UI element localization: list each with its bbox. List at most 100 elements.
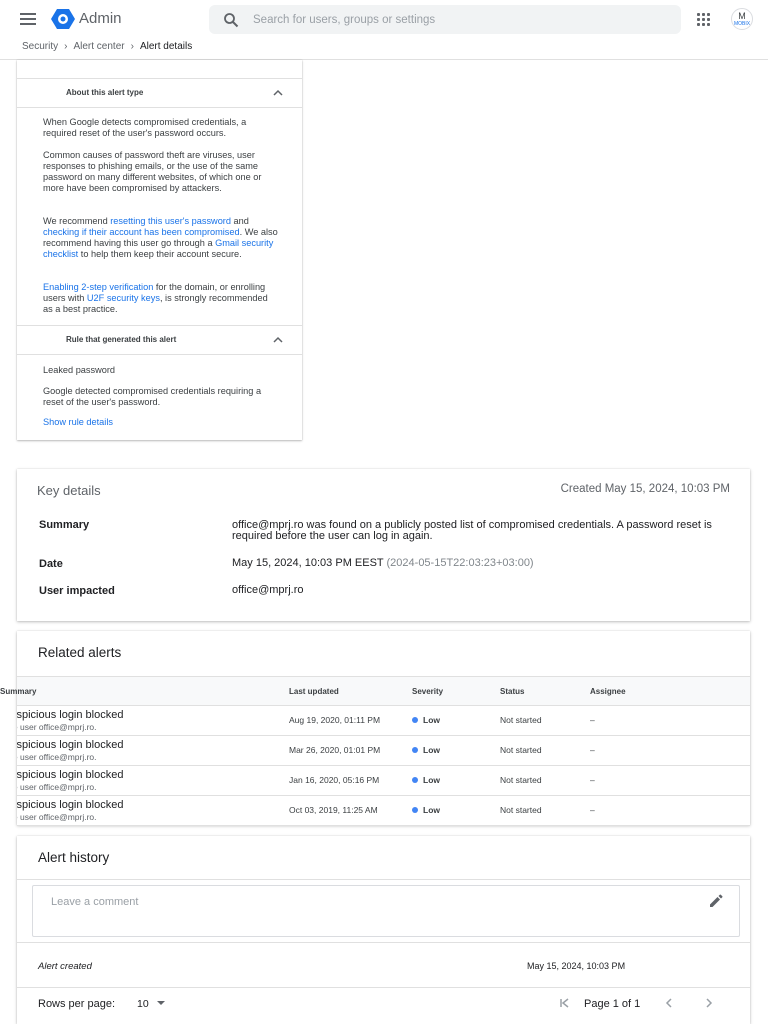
alert-severity: Low [412,745,440,755]
alert-status: Not started [500,775,542,785]
previous-page-icon[interactable] [662,996,676,1010]
alert-assignee: – [590,715,595,725]
chevron-up-icon[interactable] [272,334,284,346]
alert-severity: Low [412,805,440,815]
date-text: May 15, 2024, 10:03 PM EEST [232,557,384,569]
created-timestamp: Created May 15, 2024, 10:03 PM [560,483,730,495]
alert-severity: Low [412,715,440,725]
alert-status: Not started [500,745,542,755]
menu-icon[interactable] [20,13,36,25]
column-assignee[interactable]: Assignee [590,687,626,696]
column-last-updated[interactable]: Last updated [289,687,339,696]
alert-status: Not started [500,805,542,815]
divider [17,879,750,880]
comment-input[interactable] [32,885,740,937]
severity-dot-icon [412,747,418,753]
user-impacted-label: User impacted [39,585,115,597]
alert-last-updated: Aug 19, 2020, 01:11 PM [289,715,381,725]
apps-grid-icon[interactable] [697,13,711,27]
alert-summary[interactable]: Suspicious login blocked [17,739,123,751]
column-severity[interactable]: Severity [412,687,443,696]
two-step-link[interactable]: Enabling 2-step verification [43,282,153,292]
table-row[interactable]: Suspicious login blockedThe user office@… [17,766,750,796]
alert-summary[interactable]: Suspicious login blocked [17,769,123,781]
show-rule-details[interactable]: Show rule details [43,417,113,427]
alert-severity: Low [412,775,440,785]
card-title: Alert history [38,850,110,865]
breadcrumb-alert-center[interactable]: Alert center [73,41,124,52]
text: to help them keep their account secure. [78,249,242,259]
severity-text: Low [423,805,440,815]
section-title: Rule that generated this alert [66,335,177,344]
column-status[interactable]: Status [500,687,524,696]
chevron-right-icon: › [64,41,68,52]
table-header: Summary Last updated Severity Status Ass… [0,676,750,706]
alert-assignee: – [590,805,595,815]
date-iso: (2024-05-15T22:03:23+03:00) [386,557,534,569]
severity-dot-icon [412,717,418,723]
rows-per-page-value: 10 [137,998,149,1010]
app-name: Admin [79,10,122,27]
text: and [230,216,249,226]
chevron-right-icon: › [130,41,134,52]
alert-last-updated: Mar 26, 2020, 01:01 PM [289,745,381,755]
summary-value: office@mprj.ro was found on a publicly p… [232,519,712,542]
breadcrumb: Security › Alert center › Alert details [22,41,192,52]
account-avatar[interactable]: M MOBIX [731,8,753,30]
about-paragraph-4: Enabling 2-step verification for the dom… [43,282,278,315]
user-impacted-value: office@mprj.ro [232,584,304,596]
rows-per-page-select[interactable]: 10 [137,998,165,1010]
table-row[interactable]: Suspicious login blockedThe user office@… [17,736,750,766]
page-indicator: Page 1 of 1 [584,998,641,1010]
admin-logo-icon [51,9,75,29]
reset-password-link[interactable]: resetting this user's password [110,216,231,226]
chevron-up-icon[interactable] [272,87,284,99]
rule-description: Google detected compromised credentials … [43,386,262,407]
breadcrumb-alert-details: Alert details [139,41,193,52]
column-summary[interactable]: Summary [0,687,36,696]
search-bar[interactable] [209,5,681,34]
top-bar: Admin M MOBIX [0,0,768,38]
alert-last-updated: Oct 03, 2019, 11:25 AM [289,805,378,815]
about-paragraph-2: Common causes of password theft are viru… [43,150,262,193]
about-paragraph-1: When Google detects compromised credenti… [43,117,247,138]
severity-text: Low [423,715,440,725]
severity-text: Low [423,745,440,755]
alert-summary[interactable]: Suspicious login blocked [17,709,123,721]
alert-subtitle: The user office@mprj.ro. [17,782,97,792]
next-page-icon[interactable] [702,996,716,1010]
date-label: Date [39,558,63,570]
divider [17,987,750,988]
text: We recommend [43,216,111,226]
related-alerts-card: Related alerts Summary Last updated Seve… [0,631,750,826]
table-row[interactable]: Suspicious login blockedThe user office@… [17,796,750,826]
severity-dot-icon [412,777,418,783]
first-page-icon[interactable] [558,996,572,1010]
section-title: About this alert type [66,88,144,97]
about-alert-type-header[interactable]: About this alert type [17,78,302,108]
alert-history-card: Alert history Alert created May 15, 2024… [17,836,750,1024]
u2f-keys-link[interactable]: U2F security keys [87,293,160,303]
history-event: Alert created [38,961,92,972]
rows-per-page-label: Rows per page: [38,998,116,1010]
alert-assignee: – [590,745,595,755]
alert-subtitle: The user office@mprj.ro. [17,752,97,762]
table-row[interactable]: Suspicious login blockedThe user office@… [17,706,750,736]
search-icon[interactable] [223,12,239,28]
card-title: Key details [37,483,101,498]
edit-pencil-icon[interactable] [708,893,724,909]
show-rule-details-link[interactable]: Show rule details [43,417,278,428]
alert-assignee: – [590,775,595,785]
avatar-org: MOBIX [733,21,751,27]
history-event-time: May 15, 2024, 10:03 PM [527,961,626,971]
alert-summary[interactable]: Suspicious login blocked [17,799,123,811]
about-paragraph-3: We recommend resetting this user's passw… [43,216,278,260]
rule-header[interactable]: Rule that generated this alert [17,325,302,355]
breadcrumb-security[interactable]: Security [22,41,58,52]
severity-text: Low [423,775,440,785]
check-compromised-link[interactable]: checking if their account has been compr… [43,227,240,237]
divider [17,942,750,943]
avatar-initial: M [738,11,746,21]
search-input[interactable] [253,5,663,34]
alert-subtitle: The user office@mprj.ro. [17,722,97,732]
